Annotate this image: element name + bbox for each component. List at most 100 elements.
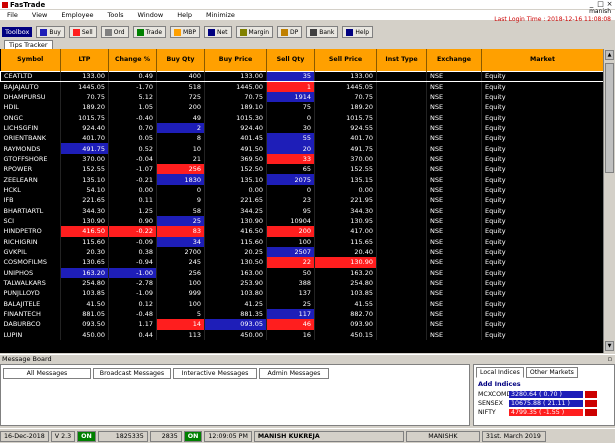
cell-sell-qty: 10904	[266, 215, 315, 227]
table-row[interactable]: RICHIGRIN 115.60 -0.09 34 115.60 100 115.65 NSE…	[0, 236, 603, 247]
column-header-col-change[interactable]: Change %	[108, 49, 157, 71]
minimize-window-button[interactable]: _	[588, 0, 595, 8]
cell-market: Equity	[481, 205, 603, 216]
close-window-button[interactable]: ×	[606, 0, 613, 8]
table-row[interactable]: PUNJLLOYD 103.85 -1.09 999 103.80 137 103.85 NS…	[0, 288, 603, 299]
table-row[interactable]: IFB 221.65 0.11 9 221.65 23 221.95 NSE Equity	[0, 195, 603, 206]
tab-tips-tracker[interactable]: Tips Tracker	[4, 40, 53, 49]
menu-tools[interactable]: Tools	[101, 11, 131, 19]
sell-icon	[72, 28, 80, 36]
table-row[interactable]: HCKL 54.10 0.00 0 0.00 0 0.00 NSE Equity	[0, 184, 603, 196]
cell-ltp: 254.80	[60, 277, 109, 289]
cell-symbol: DABURBCO	[0, 319, 61, 330]
tab-broadcast-messages[interactable]: Broadcast Messages	[93, 368, 171, 379]
table-row[interactable]: GVKPIL 20.30 0.38 2700 20.25 2507 20.40 NSE Equi…	[0, 246, 603, 258]
menu-help[interactable]: Help	[170, 11, 199, 19]
table-row[interactable]: DHAMPURSU 70.75 5.12 725 70.75 1914 70.75 NSE Eq…	[0, 91, 603, 103]
scroll-down-arrow-icon[interactable]: ▼	[605, 341, 614, 351]
column-header-col-sell-price[interactable]: Sell Price	[314, 49, 377, 71]
margin-label: Margin	[248, 28, 270, 36]
status-date: 16-Dec-2018	[0, 430, 49, 442]
column-header-col-market[interactable]: Market	[481, 49, 603, 71]
scroll-up-arrow-icon[interactable]: ▲	[605, 50, 614, 60]
tab-admin-messages[interactable]: Admin Messages	[259, 368, 329, 379]
table-row[interactable]: FINANTECH 881.05 -0.48 5 881.35 117 882.70 NSE E…	[0, 308, 603, 320]
table-row[interactable]: HDIL 189.20 1.05 200 189.10 75 189.20 NSE Equity	[0, 102, 603, 113]
table-row[interactable]: LUPIN 450.00 0.44 113 450.00 16 450.15 NSE Equit…	[0, 329, 603, 340]
dp-button[interactable]: DP	[277, 26, 303, 38]
maximize-window-button[interactable]: □	[597, 0, 604, 8]
bank-button[interactable]: Bank	[306, 26, 339, 38]
cell-change: -2.78	[108, 277, 157, 289]
vertical-scrollbar[interactable]: ▲ ▼	[603, 49, 615, 353]
menu-minimize[interactable]: Minimize	[199, 11, 242, 19]
tab-interactive-messages[interactable]: Interactive Messages	[173, 368, 257, 379]
net-position-button[interactable]: Net	[203, 26, 232, 38]
buy-button[interactable]: Buy	[36, 26, 65, 38]
help-button[interactable]: Help	[342, 26, 374, 38]
column-header-col-exchange[interactable]: Exchange	[426, 49, 482, 71]
cell-ltp: 152.55	[60, 164, 109, 175]
table-row[interactable]: GTOFFSHORE 370.00 -0.04 21 369.50 33 370.00 NSE…	[0, 153, 603, 165]
cell-change: 0.05	[108, 133, 157, 144]
column-header-col-sell-qty[interactable]: Sell Qty	[266, 49, 315, 71]
cell-sell-price: 401.70	[314, 133, 377, 144]
tab-local-indices[interactable]: Local Indices	[476, 367, 524, 378]
cell-buy-price: 881.35	[204, 308, 267, 320]
table-row[interactable]: LICHSGFIN 924.40 0.70 2 924.40 30 924.55 NSE Equ…	[0, 122, 603, 134]
table-row[interactable]: DABURBCO 093.50 1.17 14 093.05 46 093.90 NSE Equ…	[0, 319, 603, 330]
table-row[interactable]: ORIENTBANK 401.70 0.05 8 401.45 55 401.70 NSE Eq…	[0, 133, 603, 144]
scroll-thumb[interactable]	[605, 63, 614, 173]
menu-window[interactable]: Window	[131, 11, 171, 19]
cell-ltp: 924.40	[60, 122, 109, 134]
cell-change: -0.22	[108, 226, 157, 237]
cell-exchange: NSE	[426, 164, 482, 175]
table-row[interactable]: BHARTIARTL 344.30 1.25 58 344.25 95 344.30 NSE E…	[0, 205, 603, 216]
status-bar: 16-Dec-2018 V 2.3 ON 1825335 2835 ON 12:…	[0, 428, 615, 443]
menu-employee[interactable]: Employee	[54, 11, 100, 19]
table-row[interactable]: RAYMONDS 491.75 0.52 10 491.50 20 491.75 NSE Equ…	[0, 143, 603, 154]
table-row[interactable]: SCI 130.90 0.90 25 130.90 10904 130.95 NSE Equit…	[0, 215, 603, 227]
column-header-col-symbol[interactable]: Symbol	[0, 49, 61, 71]
cell-symbol: BAJAJAUTO	[0, 81, 61, 92]
table-row[interactable]: ONGC 1015.75 -0.40 49 1015.30 0 1015.75 NSE Equi…	[0, 112, 603, 123]
table-row[interactable]: BAJAJAUTO 1445.05 -1.70 518 1445.00 1 1445.05 N…	[0, 81, 603, 92]
table-row[interactable]: CEATLTD 133.00 0.49 400 133.00 35 133.00 NSE Equ…	[0, 70, 603, 82]
column-header-col-buy-qty[interactable]: Buy Qty	[156, 49, 205, 71]
column-header-col-ltp[interactable]: LTP	[60, 49, 109, 71]
add-indices-link[interactable]: Add Indices	[474, 378, 614, 390]
cell-symbol: PUNJLLOYD	[0, 288, 61, 299]
sell-button[interactable]: Sell	[68, 26, 97, 38]
tab-other-markets[interactable]: Other Markets	[525, 367, 578, 378]
cell-inst-type	[376, 143, 427, 154]
menu-view[interactable]: View	[25, 11, 54, 19]
cell-buy-qty: 256	[156, 267, 205, 278]
cell-sell-price: 417.00	[314, 226, 377, 237]
order-book-button[interactable]: Ord	[100, 26, 129, 38]
menu-file[interactable]: File	[0, 11, 25, 19]
mbp-button[interactable]: MBP	[170, 26, 200, 38]
column-header-col-buy-price[interactable]: Buy Price	[204, 49, 267, 71]
table-row[interactable]: COSMOFILMS 130.65 -0.94 245 130.50 22 130.90 NS…	[0, 257, 603, 268]
cell-exchange: NSE	[426, 174, 482, 185]
table-row[interactable]: TALWALKARS 254.80 -2.78 100 253.90 388 254.80 N…	[0, 277, 603, 289]
cell-buy-qty: 1830	[156, 174, 205, 185]
trade-book-button[interactable]: Trade	[132, 26, 167, 38]
cell-symbol: TALWALKARS	[0, 277, 61, 289]
pin-icon[interactable]: ▫	[608, 355, 612, 363]
bank-icon	[310, 28, 318, 36]
table-row[interactable]: ZEELEARN 135.10 -0.21 1830 135.10 2075 135.15 N…	[0, 174, 603, 185]
cell-sell-price: 450.15	[314, 329, 377, 340]
cell-buy-qty: 256	[156, 164, 205, 175]
order-label: Ord	[113, 28, 125, 36]
table-row[interactable]: RPOWER 152.55 -1.07 256 152.50 65 152.55 NSE Equ…	[0, 164, 603, 175]
table-row[interactable]: BALAJITELE 41.50 0.12 100 41.25 25 41.55 NSE Equ…	[0, 298, 603, 309]
cell-exchange: NSE	[426, 329, 482, 340]
cell-inst-type	[376, 236, 427, 247]
margin-button[interactable]: Margin	[235, 26, 274, 38]
table-row[interactable]: HINDPETRO 416.50 -0.22 83 416.50 200 417.00 NSE…	[0, 226, 603, 237]
table-row[interactable]: UNIPHOS 163.20 -1.00 256 163.00 50 163.20 NSE Eq…	[0, 267, 603, 278]
column-header-col-inst-type[interactable]: Inst Type	[376, 49, 427, 71]
tab-all-messages[interactable]: All Messages	[3, 368, 91, 379]
cell-ltp: 135.10	[60, 174, 109, 185]
